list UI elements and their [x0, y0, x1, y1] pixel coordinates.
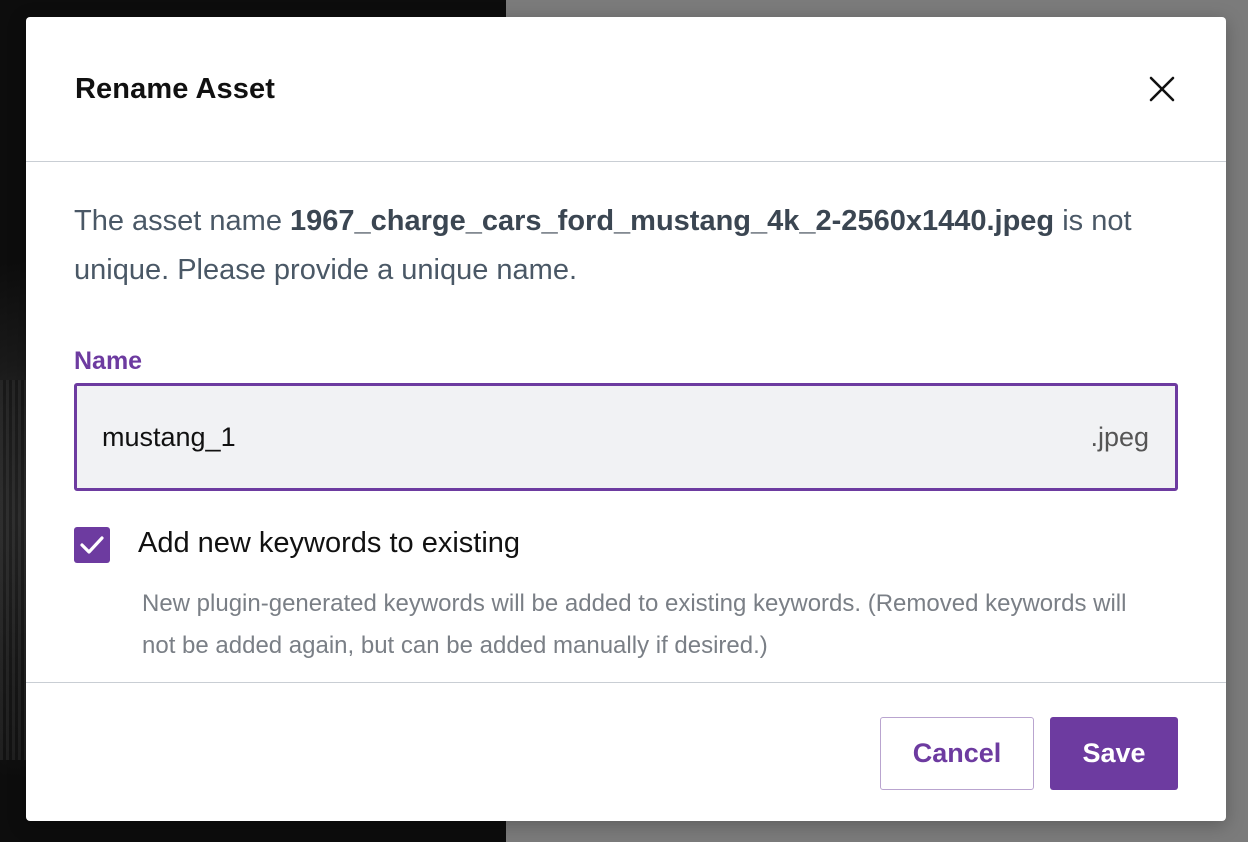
file-extension: .jpeg: [1090, 422, 1149, 452]
message-prefix: The asset name: [74, 205, 290, 237]
name-input[interactable]: [102, 386, 1002, 488]
name-label: Name: [74, 347, 143, 375]
rename-asset-dialog: Rename Asset The asset name 1967_charge_…: [26, 17, 1226, 821]
name-field: .jpeg: [74, 383, 1178, 491]
keywords-help-text: New plugin-generated keywords will be ad…: [142, 590, 1127, 659]
cancel-button[interactable]: Cancel: [880, 717, 1034, 790]
asset-name: 1967_charge_cars_ford_mustang_4k_2-2560x…: [290, 205, 1055, 237]
dialog-header: Rename Asset: [26, 17, 1226, 162]
checkmark-icon: [80, 536, 104, 554]
close-button[interactable]: [1144, 71, 1180, 107]
dialog-title: Rename Asset: [75, 73, 275, 105]
save-button[interactable]: Save: [1050, 717, 1178, 790]
close-icon: [1149, 76, 1175, 102]
dialog-footer: Cancel Save: [26, 682, 1226, 821]
keywords-checkbox-label[interactable]: Add new keywords to existing: [138, 527, 520, 560]
dialog-message: The asset name 1967_charge_cars_ford_mus…: [74, 197, 1194, 295]
keywords-checkbox[interactable]: [74, 527, 110, 563]
